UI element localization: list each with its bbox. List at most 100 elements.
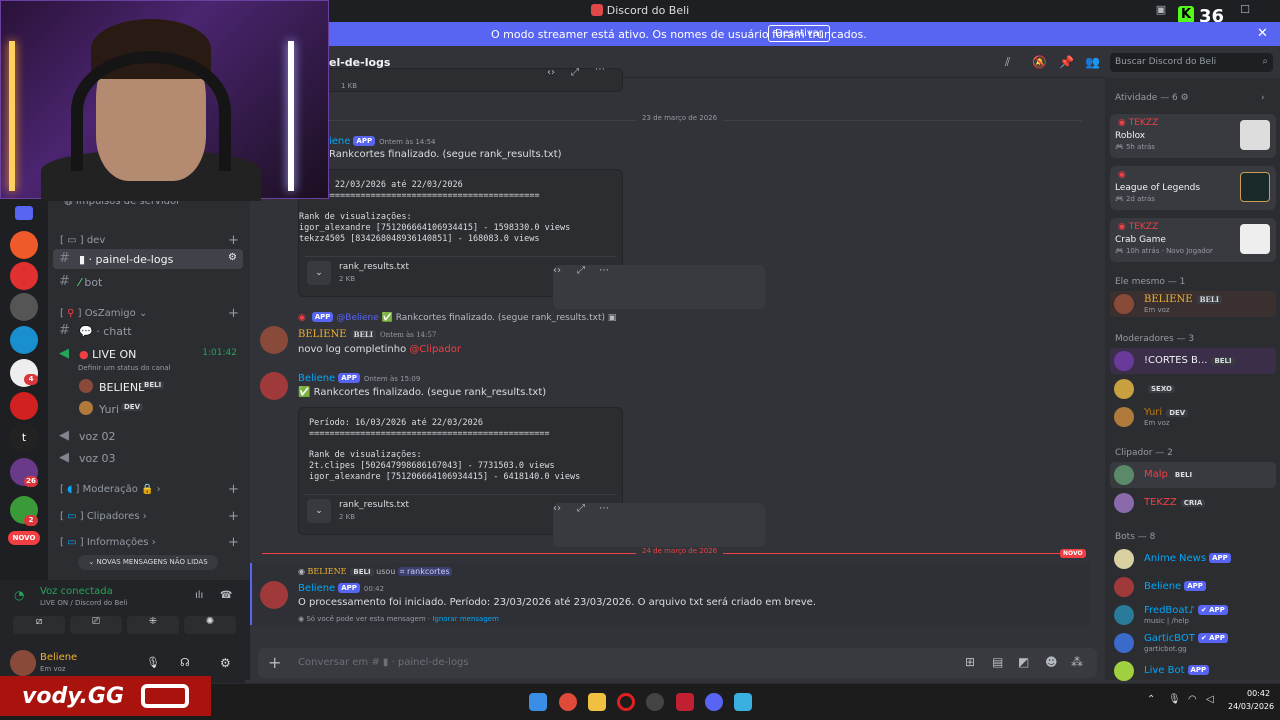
more-icon[interactable]: ⋯	[599, 503, 765, 547]
voice-channel-name[interactable]: LIVE ON / Discord do Beli	[40, 599, 127, 607]
server-icon[interactable]	[10, 231, 38, 259]
avatar[interactable]	[260, 326, 288, 354]
server-icon[interactable]	[10, 326, 38, 354]
volume-icon[interactable]: ◁	[1206, 694, 1214, 705]
member-item[interactable]: GarticBOT ✔ APP garticbot.gg	[1110, 630, 1276, 656]
close-icon[interactable]: ✕	[1257, 26, 1268, 41]
member-item[interactable]: FredBoat♪ ✔ APP music | /help	[1110, 602, 1276, 628]
threads-icon[interactable]: ⫽	[1005, 55, 1010, 70]
activity-card[interactable]: ◉ TEKZZ Crab Game 🎮 10h atrás · Novo Jogad…	[1110, 218, 1276, 262]
category-moderacao[interactable]: [ ◖ ] Moderação 🔒 › +	[60, 482, 239, 497]
soundboard-button[interactable]: ✺	[184, 616, 236, 634]
voice-channel-live-on[interactable]: ◀ ● LIVE ON 1:01:42	[53, 344, 243, 364]
category-oszamigo[interactable]: [ ⚲ ] OsZamigo ⌄ +	[60, 306, 239, 321]
server-icon[interactable]	[10, 392, 38, 420]
clock-time[interactable]: 00:42	[1247, 689, 1270, 698]
gear-icon[interactable]: ⚙	[1181, 93, 1189, 103]
category-dev[interactable]: [ ▭ ] dev +	[60, 233, 239, 248]
expand-icon[interactable]: ⤢	[571, 67, 579, 78]
code-view-icon[interactable]: ‹›	[547, 67, 555, 78]
chrome-icon[interactable]	[559, 693, 577, 711]
server-icon[interactable]	[10, 293, 38, 321]
microphone-icon[interactable]: 🎙	[146, 656, 160, 669]
member-item[interactable]: SEXO	[1110, 376, 1276, 402]
voice-channel-03[interactable]: ◀ voz 03	[53, 448, 243, 468]
more-icon[interactable]: ⋯	[595, 64, 605, 75]
members-icon[interactable]: 👥	[1085, 55, 1100, 69]
role-mention[interactable]: @Clipador	[409, 344, 461, 355]
command-user[interactable]: BELIENE	[308, 567, 347, 576]
app-icon[interactable]	[676, 693, 694, 711]
app-icon[interactable]	[646, 693, 664, 711]
member-item[interactable]: Beliene APP	[1110, 574, 1276, 600]
message-author[interactable]: Beliene APP Ontem às 15:09	[298, 373, 420, 384]
add-channel-icon[interactable]: +	[228, 306, 239, 321]
channel-bot[interactable]: # ⁄ bot	[53, 272, 243, 292]
voice-user[interactable]: BELIENE BELI	[53, 377, 243, 397]
noise-icon[interactable]: ılı	[195, 590, 203, 601]
unread-messages-pill[interactable]: ⌄ NOVAS MENSAGENS NÃO LIDAS	[78, 555, 218, 570]
chevron-down-icon[interactable]: ⌄	[307, 261, 331, 285]
category-clipadores[interactable]: [ ▭ ] Clipadores › +	[60, 509, 239, 524]
disconnect-icon[interactable]: ☎	[220, 590, 232, 601]
settings-icon[interactable]: ⚙	[220, 656, 231, 670]
sticker-icon[interactable]: ◩	[1018, 655, 1029, 669]
maximize-button[interactable]: ☐	[1235, 3, 1255, 16]
dismiss-link[interactable]: Ignorar mensagem	[432, 615, 499, 623]
channel-chatt[interactable]: # 💬 · chatt	[53, 321, 243, 341]
discord-taskbar-icon[interactable]	[705, 693, 723, 711]
voice-user[interactable]: Yuri DEV	[53, 399, 243, 419]
member-item[interactable]: !CORTES B... BELI	[1110, 348, 1276, 374]
emoji-icon[interactable]: ☻	[1045, 655, 1058, 669]
windows-start-icon[interactable]	[529, 693, 547, 711]
avatar[interactable]	[10, 650, 36, 676]
disable-streamer-button[interactable]: Desativar	[768, 25, 831, 42]
dm-icon[interactable]	[15, 206, 33, 220]
plus-icon[interactable]: +	[268, 653, 281, 672]
add-channel-icon[interactable]: +	[228, 509, 239, 524]
search-input[interactable]: Buscar Discord do Beli ⌕	[1110, 53, 1273, 72]
screen-share-button[interactable]: ⎚	[70, 616, 122, 634]
member-item[interactable]: TEKZZ CRIA	[1110, 490, 1276, 516]
camera-off-button[interactable]: ⧄	[13, 616, 65, 634]
chevron-right-icon[interactable]: ›	[1261, 93, 1265, 103]
notepad-icon[interactable]	[734, 693, 752, 711]
activities-button[interactable]: ⁜	[127, 616, 179, 634]
reply-preview[interactable]: ◉ APP @Beliene ✅ Rankcortes finalizado. …	[298, 312, 616, 323]
message-author[interactable]: Beliene APP 00:42	[298, 583, 384, 594]
settings-icon[interactable]: ⚙	[228, 252, 237, 263]
apps-icon[interactable]: ⁂	[1071, 655, 1083, 669]
notifications-muted-icon[interactable]: 🔕	[1032, 55, 1047, 69]
message-author[interactable]: iene APP Ontem às 14:54	[329, 136, 436, 147]
server-icon[interactable]: t	[10, 424, 38, 452]
inbox-icon[interactable]: ▣	[1151, 3, 1171, 16]
avatar[interactable]	[260, 372, 288, 400]
file-name[interactable]: rank_results.txt	[339, 262, 409, 272]
channel-painel-de-logs[interactable]: # ▮ · painel-de-logs ⚙	[53, 249, 243, 269]
activity-card[interactable]: ◉ League of Legends 🎮 2d atrás	[1110, 166, 1276, 210]
add-channel-icon[interactable]: +	[228, 535, 239, 550]
member-item[interactable]: Live Bot APP	[1110, 658, 1276, 684]
new-messages-badge[interactable]: NOVO	[8, 531, 40, 545]
gift-icon[interactable]: ⊞	[965, 655, 975, 669]
category-informacoes[interactable]: [ ▭ ] Informações › +	[60, 535, 239, 550]
folder-icon[interactable]	[588, 693, 606, 711]
activity-card[interactable]: ◉ TEKZZ Roblox 🎮 5h atrás	[1110, 114, 1276, 158]
chevron-down-icon[interactable]: ⌄	[307, 499, 331, 523]
member-item[interactable]: Anime News APP	[1110, 546, 1276, 572]
gif-icon[interactable]: ▤	[992, 655, 1003, 669]
channel-status[interactable]: Definir um status do canal	[78, 364, 171, 372]
microphone-icon[interactable]: 🎙	[1168, 694, 1181, 705]
file-name[interactable]: rank_results.txt	[339, 500, 409, 510]
member-item[interactable]: Yuri DEV Em voz	[1110, 404, 1276, 430]
headphones-icon[interactable]: ☊	[180, 656, 190, 669]
clock-date[interactable]: 24/03/2026	[1228, 702, 1274, 711]
server-icon[interactable]	[10, 262, 38, 290]
chevron-up-icon[interactable]: ⌃	[1147, 694, 1155, 705]
message-author[interactable]: BELIENE BELI Ontem às 14:57	[298, 329, 436, 340]
pin-icon[interactable]: 📌	[1059, 55, 1074, 69]
member-item[interactable]: Malp BELI	[1110, 462, 1276, 488]
opera-icon[interactable]	[617, 693, 635, 711]
add-channel-icon[interactable]: +	[228, 482, 239, 497]
wifi-icon[interactable]: ◠	[1188, 694, 1197, 705]
